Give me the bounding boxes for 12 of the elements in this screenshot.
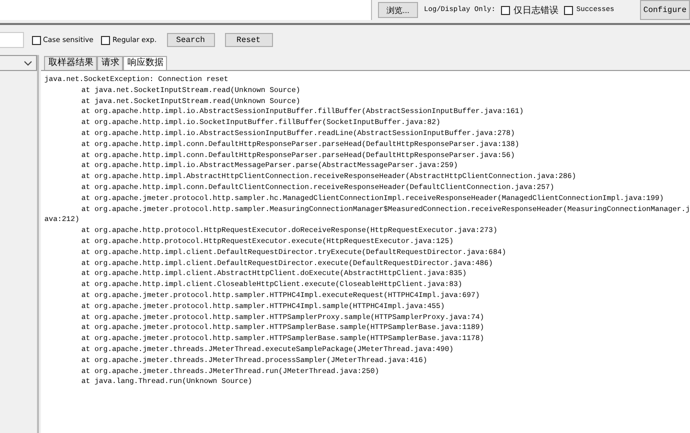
search-bar-button[interactable]: Search bbox=[166, 33, 215, 47]
renderer-dropdown[interactable] bbox=[0, 55, 38, 71]
search-field[interactable] bbox=[0, 32, 24, 48]
filter-checkbox[interactable]: 仅日志错误 bbox=[501, 4, 558, 16]
caret-icon bbox=[24, 60, 32, 66]
configure-button[interactable]: Configure bbox=[640, 0, 690, 20]
result-tab[interactable]: 请求 bbox=[97, 56, 124, 70]
search-bar-button[interactable]: Reset bbox=[224, 33, 273, 47]
result-tab[interactable]: 响应数据 bbox=[123, 56, 168, 70]
result-tab[interactable]: 取样器结果 bbox=[44, 56, 98, 70]
browse-button[interactable]: 浏览... bbox=[378, 2, 418, 18]
file-path-field[interactable] bbox=[0, 0, 372, 20]
